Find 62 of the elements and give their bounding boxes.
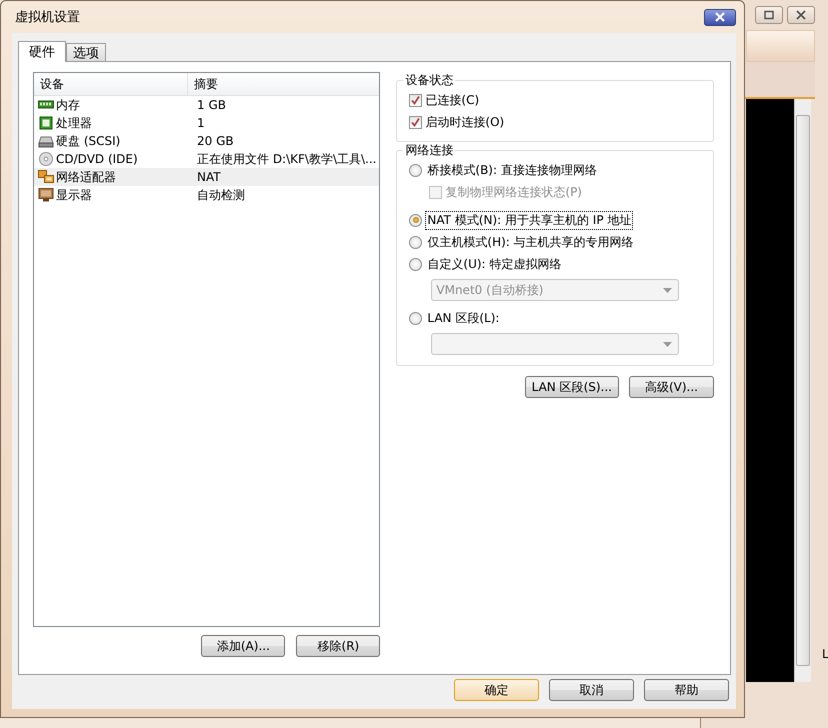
network-icon bbox=[38, 170, 54, 184]
group-title: 网络连接 bbox=[404, 142, 454, 159]
radio-label: LAN 区段(L): bbox=[426, 310, 500, 326]
caret-icon bbox=[663, 288, 672, 292]
device-row[interactable]: 网络适配器 NAT bbox=[34, 168, 380, 186]
radio-button[interactable] bbox=[409, 164, 422, 176]
device-name: 内存 bbox=[56, 96, 80, 114]
radio-button[interactable] bbox=[409, 236, 422, 248]
device-name: 网络适配器 bbox=[56, 168, 116, 186]
chip-icon bbox=[38, 116, 54, 130]
dialog-button[interactable]: 取消 bbox=[549, 679, 634, 701]
device-name: CD/DVD (IDE) bbox=[56, 152, 138, 166]
radio-label: 仅主机模式(H): 与主机共享的专用网络 bbox=[426, 234, 635, 250]
dialog-button[interactable]: 添加(A)... bbox=[201, 635, 286, 657]
close-icon bbox=[713, 12, 727, 22]
radio-label: 自定义(U): 特定虚拟网络 bbox=[426, 256, 562, 272]
dialog-button[interactable]: 高级(V)... bbox=[629, 376, 714, 398]
device-row[interactable]: CD/DVD (IDE) 正在使用文件 D:\KF\教学\工具\... bbox=[34, 150, 380, 168]
checkbox-label: 已连接(C) bbox=[425, 92, 480, 108]
dialog-button[interactable]: LAN 区段(S)... bbox=[524, 376, 619, 398]
dialog-button[interactable]: 帮助 bbox=[644, 679, 729, 701]
dialog-button[interactable]: 移除(R) bbox=[296, 635, 380, 657]
caret-icon bbox=[663, 342, 672, 346]
device-summary: NAT bbox=[196, 170, 222, 184]
checkbox[interactable] bbox=[409, 94, 422, 106]
dialog-button[interactable]: 确定 bbox=[454, 679, 539, 701]
device-row[interactable]: 处理器 1 bbox=[34, 114, 380, 132]
device-summary: 1 GB bbox=[196, 98, 227, 112]
radio-label: 桥接模式(B): 直接连接物理网络 bbox=[426, 162, 598, 178]
device-summary: 1 bbox=[196, 116, 206, 130]
checkbox-label: 启动时连接(O) bbox=[425, 114, 504, 130]
restore-icon bbox=[763, 10, 775, 20]
device-summary: 正在使用文件 D:\KF\教学\工具\... bbox=[196, 150, 378, 168]
group-title: 设备状态 bbox=[404, 72, 454, 89]
toolbar-background bbox=[746, 30, 815, 62]
device-name: 硬盘 (SCSI) bbox=[56, 132, 120, 150]
device-row[interactable]: 显示器 自动检测 bbox=[34, 186, 380, 204]
close-button[interactable] bbox=[787, 6, 815, 24]
radio-button[interactable] bbox=[409, 312, 422, 324]
scrollbar[interactable] bbox=[794, 99, 811, 682]
checkbox-label: 复制物理网络连接状态(P) bbox=[445, 184, 582, 200]
device-summary: 自动检测 bbox=[196, 186, 246, 204]
checkbox[interactable] bbox=[409, 116, 422, 128]
column-header[interactable]: 设备 bbox=[34, 73, 188, 95]
device-name: 处理器 bbox=[56, 114, 92, 132]
column-header[interactable]: 摘要 bbox=[188, 73, 380, 95]
device-summary: 20 GB bbox=[196, 134, 235, 148]
close-button[interactable] bbox=[704, 8, 736, 26]
hard-disk-icon bbox=[38, 134, 54, 148]
tab[interactable]: 选项 bbox=[66, 43, 106, 61]
monitor-icon bbox=[38, 188, 54, 202]
restore-button[interactable] bbox=[755, 6, 783, 24]
close-icon bbox=[795, 10, 807, 20]
tab[interactable]: 硬件 bbox=[18, 41, 66, 62]
disc-icon bbox=[38, 152, 54, 166]
device-row[interactable]: 硬盘 (SCSI) 20 GB bbox=[34, 132, 380, 150]
device-name: 显示器 bbox=[56, 186, 92, 204]
device-row[interactable]: 内存 1 GB bbox=[34, 96, 380, 114]
radio-button[interactable] bbox=[409, 214, 422, 226]
radio-label: NAT 模式(N): 用于共享主机的 IP 地址 bbox=[425, 210, 634, 230]
window-title: 虚拟机设置 bbox=[14, 9, 80, 26]
radio-button[interactable] bbox=[409, 258, 422, 270]
